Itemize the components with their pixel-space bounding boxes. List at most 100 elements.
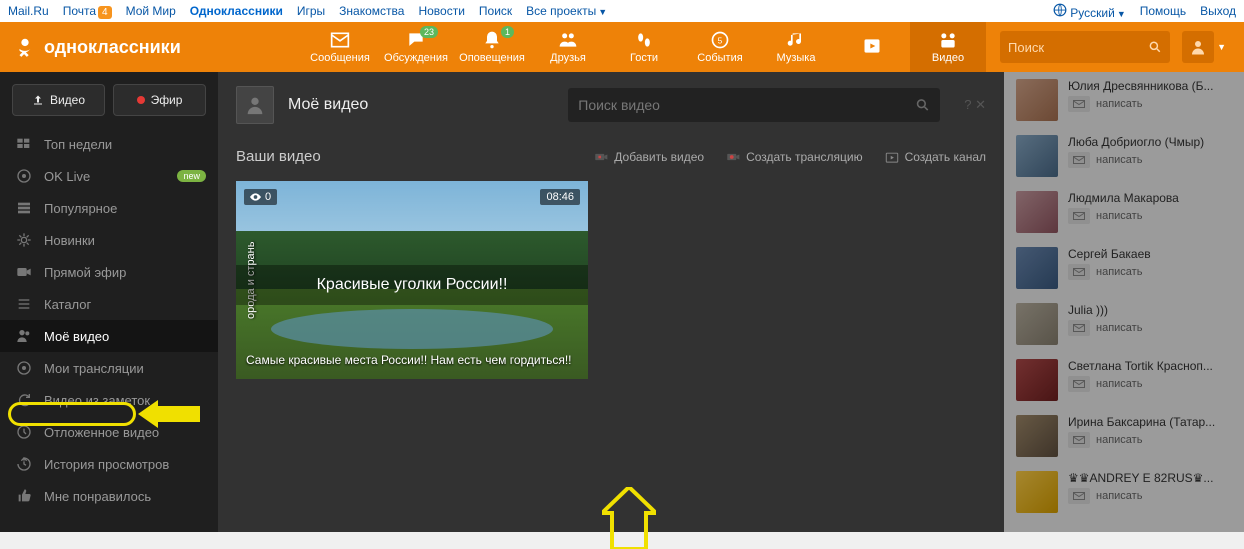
header-search-input[interactable] [1008,40,1144,55]
action-live[interactable]: Создать трансляцию [726,150,862,164]
caret-icon: ▼ [598,7,607,17]
video-views: 0 [244,189,277,205]
avatar-icon [1189,38,1207,56]
friends-column: Юлия Дресвянникова (Б... написать Люба Д… [1004,72,1244,532]
nav-friends[interactable]: Друзья [530,22,606,72]
sidebar-item-gear[interactable]: Новинки [0,224,218,256]
page-title: Моё видео [288,96,368,114]
brand-text: одноклассники [44,37,181,58]
topbar-item[interactable]: Выход [1200,4,1236,18]
badge: 4 [98,6,112,19]
friends-icon [558,30,578,50]
video-sidebar: Видео Эфир Топ недели OK LivenewПопулярно… [0,72,218,532]
sidebar-item-thumb[interactable]: Мне понравилось [0,480,218,512]
action-label: Создать трансляцию [746,150,862,164]
ok-logo[interactable]: одноклассники [14,36,181,58]
main-row: Видео Эфир Топ недели OK LivenewПопулярно… [0,72,1244,532]
topbar-item[interactable]: Поиск [479,4,512,18]
topbar-item[interactable]: Почта4 [63,4,112,18]
upload-video-button[interactable]: Видео [12,84,105,116]
sidebar-item-cam[interactable]: Прямой эфир [0,256,218,288]
sidebar-item-clock[interactable]: Отложенное видео [0,416,218,448]
ok-logo-icon [14,36,36,58]
nav-chat[interactable]: Обсуждения 23 [378,22,454,72]
video-content: Моё видео ? ✕ Ваши видео Добавить видео С… [218,72,1004,532]
nav-feet[interactable]: Гости [606,22,682,72]
svg-text:5: 5 [718,35,723,45]
nav-badge: 23 [420,26,438,38]
sidebar-item-label: Отложенное видео [44,425,159,440]
sidebar-item-redo[interactable]: Видео из заметок [0,384,218,416]
topbar-item[interactable]: Знакомства [339,4,404,18]
topbar-item[interactable]: Одноклассники [190,4,283,18]
music-icon [786,30,806,50]
topbar-item[interactable]: Все проекты▼ [526,4,607,18]
history-icon [16,456,32,472]
live-button[interactable]: Эфир [113,84,206,116]
search-icon[interactable] [915,97,930,113]
user-icon [16,328,32,344]
ok-header: одноклассники Сообщения Обсуждения 23 Опове… [0,22,1244,72]
feet-icon [634,30,654,50]
action-label: Добавить видео [614,150,704,164]
sidebar-item-target[interactable]: OK Livenew [0,160,218,192]
action-add[interactable]: Добавить видео [594,150,704,164]
channel-icon [885,151,899,163]
upload-icon [32,94,44,106]
sidebar-item-label: Мне понравилось [44,489,151,504]
sidebar-item-history[interactable]: История просмотров [0,448,218,480]
video-area: Видео Эфир Топ недели OK LivenewПопулярно… [0,72,1004,532]
dim-overlay [1004,72,1244,532]
nav-star[interactable]: 5События [682,22,758,72]
video-icon [938,30,958,50]
sidebar-item-list[interactable]: Каталог [0,288,218,320]
nav-bell[interactable]: Оповещения1 [454,22,530,72]
annotation-arrow-up [602,487,656,549]
sidebar-item-label: История просмотров [44,457,169,472]
thumb-icon [16,488,32,504]
video-card[interactable]: 0 08:46 орода и странь Красивые уголки Р… [236,181,588,379]
live-icon [726,151,740,163]
nav-label: Обсуждения [384,52,448,64]
sidebar-item-label: Каталог [44,297,91,312]
sidebar-item-target[interactable]: Мои трансляции [0,352,218,384]
nav-music[interactable]: Музыка [758,22,834,72]
bell-icon [482,30,502,50]
mail-icon [330,30,350,50]
action-channel[interactable]: Создать канал [885,150,986,164]
topbar-item[interactable]: Русский▼ [1053,3,1126,20]
topbar-item[interactable]: Мой Мир [126,4,176,18]
section-title: Ваши видео [236,148,321,165]
sidebar-item-stack[interactable]: Популярное [0,192,218,224]
topbar-item[interactable]: Mail.Ru [8,4,49,18]
help-close[interactable]: ? ✕ [964,97,986,113]
video-title: Самые красивые места России!! Нам есть ч… [246,353,578,369]
video-search[interactable] [568,88,940,122]
add-icon [594,151,608,163]
grid-icon [16,136,32,152]
nav-play[interactable] [834,22,910,72]
topbar-item[interactable]: Помощь [1140,4,1186,18]
topbar-item[interactable]: Игры [297,4,325,18]
topbar-item[interactable]: Новости [418,4,464,18]
globe-icon [1053,3,1067,17]
cam-icon [16,264,32,280]
eye-icon [250,193,261,201]
video-duration: 08:46 [540,189,580,205]
nav-video[interactable]: Видео [910,22,986,72]
sidebar-item-user[interactable]: Моё видео [0,320,218,352]
gear-icon [16,232,32,248]
sidebar-item-grid[interactable]: Топ недели [0,128,218,160]
profile-menu[interactable]: ▼ [1170,31,1230,63]
header-search[interactable] [1000,31,1170,63]
profile-avatar[interactable] [236,86,274,124]
search-icon[interactable] [1148,39,1162,55]
nav-mail[interactable]: Сообщения [302,22,378,72]
sidebar-item-label: Топ недели [44,137,112,152]
video-search-input[interactable] [578,97,915,113]
upload-btn-label: Видео [50,93,85,107]
nav-label: Музыка [777,52,816,64]
clock-icon [16,424,32,440]
list-icon [16,296,32,312]
sidebar-item-label: OK Live [44,169,90,184]
